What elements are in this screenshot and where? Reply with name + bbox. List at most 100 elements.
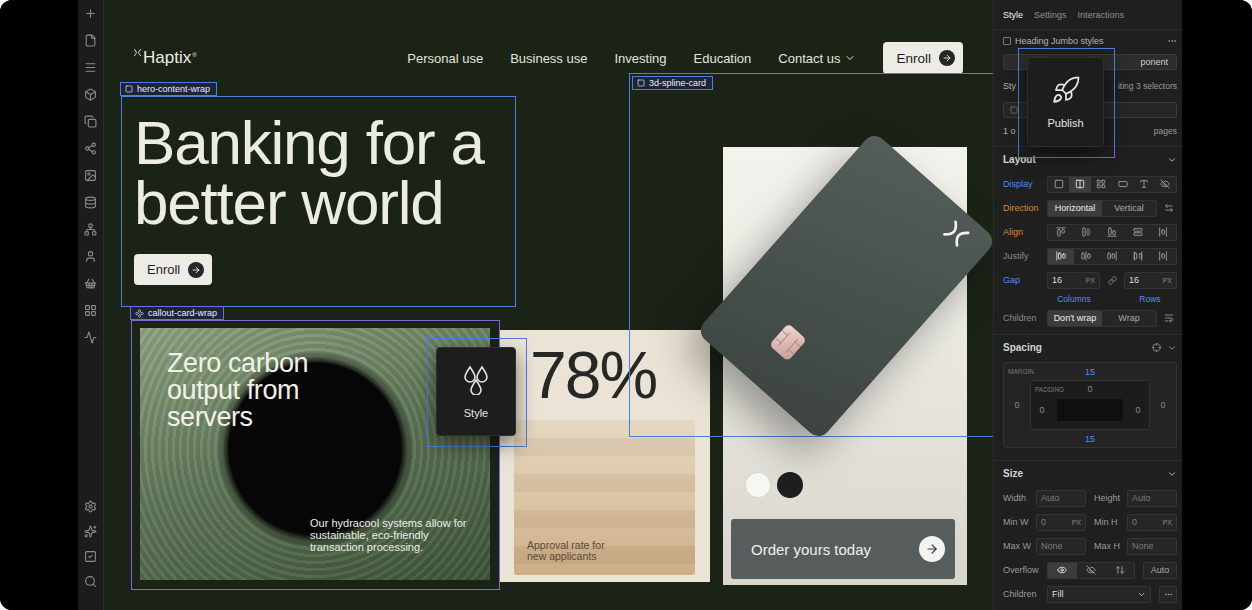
toolbar-button[interactable] bbox=[81, 7, 101, 20]
toolbar-button[interactable] bbox=[81, 500, 101, 513]
size-field[interactable]: Auto bbox=[1036, 490, 1086, 507]
size-field[interactable]: Auto bbox=[1127, 490, 1177, 507]
nav-link[interactable]: Business use bbox=[510, 51, 587, 66]
size-field[interactable]: 0PX bbox=[1127, 514, 1177, 531]
display-option[interactable] bbox=[1069, 177, 1090, 192]
nav-link[interactable]: Education bbox=[694, 51, 752, 66]
toolbar-button[interactable] bbox=[81, 525, 101, 538]
component-icon bbox=[135, 309, 144, 318]
toolbar-button[interactable] bbox=[81, 331, 101, 344]
justify-option[interactable] bbox=[1150, 249, 1176, 264]
credit-card[interactable] bbox=[696, 131, 993, 441]
toolbar-button[interactable] bbox=[81, 304, 101, 317]
overflow-option[interactable] bbox=[1077, 563, 1106, 578]
color-swatch[interactable] bbox=[777, 472, 803, 498]
children-select[interactable]: Fill bbox=[1047, 586, 1151, 603]
size-header[interactable]: Size bbox=[994, 460, 1182, 486]
children-more-button[interactable] bbox=[1159, 586, 1177, 603]
callout-title: Zero carbon output from servers bbox=[167, 350, 327, 431]
panel-tab[interactable]: Settings bbox=[1034, 10, 1067, 20]
toolbar-button[interactable] bbox=[81, 142, 101, 155]
size-field[interactable]: None bbox=[1127, 538, 1177, 555]
toolbar-button[interactable] bbox=[81, 550, 101, 563]
publish-tag[interactable]: Publish bbox=[1027, 57, 1104, 147]
padding-right-value[interactable]: 0 bbox=[1135, 405, 1140, 415]
direction-option[interactable]: Vertical bbox=[1102, 201, 1156, 216]
site-logo[interactable]: Haptix® bbox=[133, 48, 197, 68]
margin-right: 0 bbox=[1150, 380, 1176, 430]
toolbar-button[interactable] bbox=[81, 250, 101, 263]
hero-content-wrap[interactable]: hero-content-wrapBanking for a better wo… bbox=[121, 96, 516, 307]
order-button[interactable]: Order yours today bbox=[731, 519, 955, 579]
reverse-button[interactable] bbox=[1161, 203, 1177, 213]
margin-bottom-value[interactable]: 15 bbox=[1085, 434, 1095, 444]
ecommerce-icon bbox=[84, 277, 97, 290]
nav-link[interactable]: Investing bbox=[614, 51, 666, 66]
wrap-more-button[interactable] bbox=[1161, 313, 1177, 323]
justify-option[interactable] bbox=[1048, 249, 1074, 264]
justify-option[interactable] bbox=[1125, 249, 1151, 264]
heading-checkbox[interactable] bbox=[1003, 37, 1011, 45]
canvas[interactable]: Haptix® Personal use Business use Investing… bbox=[104, 0, 993, 610]
size-field[interactable]: None bbox=[1036, 538, 1086, 555]
align-option[interactable] bbox=[1150, 225, 1176, 240]
panel-tab[interactable]: Style bbox=[1003, 10, 1023, 20]
display-inline-icon bbox=[1139, 179, 1149, 189]
toolbar-button[interactable] bbox=[81, 575, 101, 588]
layout-header[interactable]: Layout bbox=[994, 146, 1182, 172]
children-size-label: Children bbox=[1003, 589, 1043, 599]
display-option[interactable] bbox=[1091, 177, 1112, 192]
floating-tag-label: Style bbox=[464, 407, 488, 419]
size-field[interactable]: 0PX bbox=[1036, 514, 1086, 531]
spacing-header[interactable]: Spacing bbox=[994, 334, 1182, 360]
padding-left-value[interactable]: 0 bbox=[1039, 405, 1044, 415]
margin-left-value[interactable]: 0 bbox=[1014, 400, 1019, 410]
toolbar-button[interactable] bbox=[81, 223, 101, 236]
wrap-option[interactable]: Don't wrap bbox=[1048, 311, 1102, 326]
align-option[interactable] bbox=[1048, 225, 1074, 240]
nav-link[interactable]: Contact us bbox=[778, 51, 856, 66]
color-swatch[interactable] bbox=[745, 472, 771, 498]
nav-enroll-button[interactable]: Enroll bbox=[883, 42, 963, 74]
justify-option[interactable] bbox=[1074, 249, 1100, 264]
align-stretch-icon bbox=[1133, 227, 1143, 237]
nav-link[interactable]: Personal use bbox=[407, 51, 483, 66]
margin-right-value[interactable]: 0 bbox=[1160, 400, 1165, 410]
toolbar-button[interactable] bbox=[81, 88, 101, 101]
overflow-auto-button[interactable]: Auto bbox=[1143, 562, 1177, 579]
stat-card: 78%Approval rate for new applicants bbox=[500, 330, 710, 582]
justify-option[interactable] bbox=[1099, 249, 1125, 264]
padding-top-value[interactable]: 0 bbox=[1087, 384, 1092, 394]
style-tag[interactable]: Style bbox=[436, 347, 516, 436]
hero-enroll-button[interactable]: Enroll bbox=[134, 254, 212, 285]
more-icon bbox=[1167, 36, 1177, 46]
unit-label: PX bbox=[1163, 277, 1172, 284]
toolbar-button[interactable] bbox=[81, 115, 101, 128]
align-option[interactable] bbox=[1099, 225, 1125, 240]
toolbar-button[interactable] bbox=[81, 277, 101, 290]
overflow-option[interactable] bbox=[1048, 563, 1077, 578]
align-option[interactable] bbox=[1125, 225, 1151, 240]
toolbar-button[interactable] bbox=[81, 169, 101, 182]
3d-spline-card[interactable]: 3d-spline-card bbox=[629, 73, 993, 437]
drops-icon bbox=[463, 365, 489, 395]
display-option[interactable] bbox=[1048, 177, 1069, 192]
display-option[interactable] bbox=[1112, 177, 1133, 192]
toolbar-button[interactable] bbox=[81, 61, 101, 74]
toolbar-button[interactable] bbox=[81, 196, 101, 209]
margin-top-value[interactable]: 15 bbox=[1085, 367, 1095, 377]
panel-tab[interactable]: Interactions bbox=[1078, 10, 1125, 20]
toolbar-button[interactable] bbox=[81, 34, 101, 47]
display-option[interactable] bbox=[1133, 177, 1154, 192]
justify-label: Justify bbox=[1003, 251, 1043, 261]
heading-label: Heading Jumbo styles bbox=[1015, 36, 1104, 46]
align-option[interactable] bbox=[1074, 225, 1100, 240]
gap-link-button[interactable] bbox=[1104, 276, 1120, 285]
direction-option[interactable]: Horizontal bbox=[1048, 201, 1102, 216]
padding-box: PADDING000 bbox=[1030, 380, 1150, 430]
gap-row-field[interactable]: 16PX bbox=[1124, 272, 1177, 289]
gap-column-field[interactable]: 16PX bbox=[1047, 272, 1100, 289]
display-option[interactable] bbox=[1155, 177, 1176, 192]
overflow-option[interactable] bbox=[1105, 563, 1134, 578]
wrap-option[interactable]: Wrap bbox=[1102, 311, 1156, 326]
